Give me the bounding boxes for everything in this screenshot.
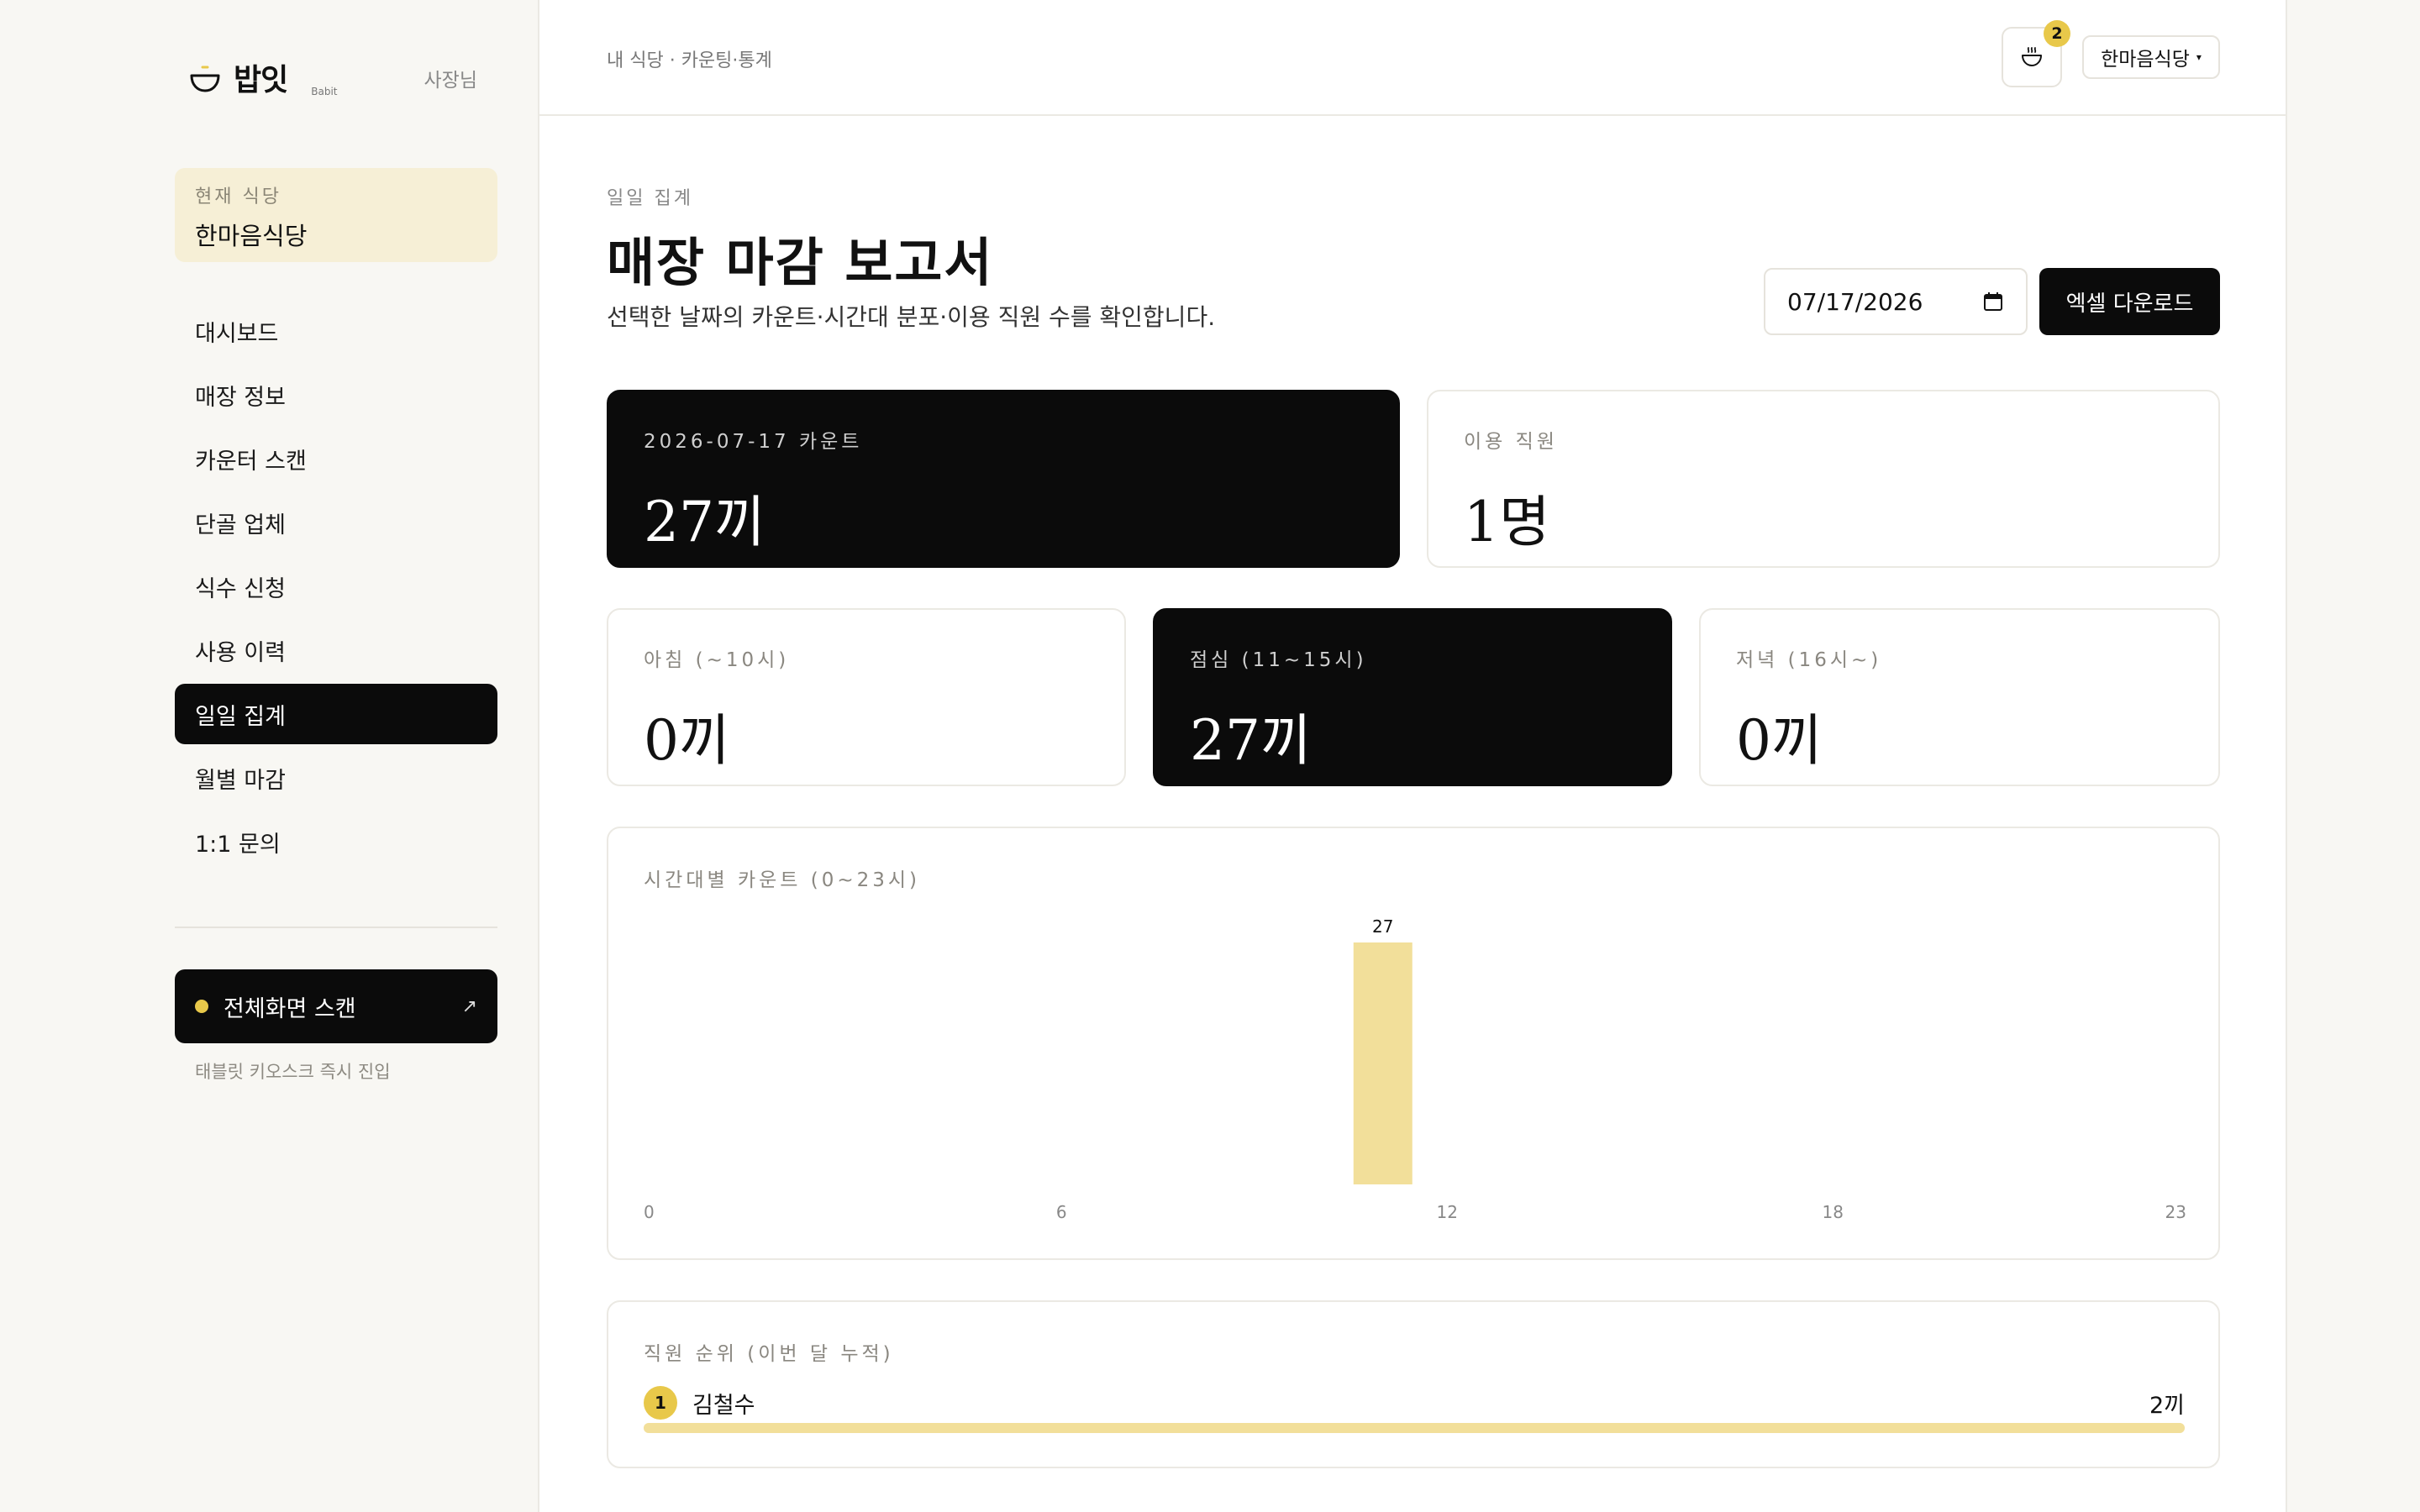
sidebar-item-regular-companies[interactable]: 단골 업체 xyxy=(175,492,497,553)
sidebar-divider xyxy=(175,927,497,928)
chart-data-label: 27 xyxy=(1372,916,1393,937)
breakfast-count-card: 아침 (~10시) 0끼 xyxy=(607,608,1126,786)
chart-x-tick-label: 23 xyxy=(2165,1202,2186,1222)
notification-badge: 2 xyxy=(2044,20,2070,47)
ranking-staff-value: 2끼 xyxy=(2149,1392,2185,1419)
chart-bar-hour-11 xyxy=(1353,942,1413,1184)
current-store-label: 현재 식당 xyxy=(195,186,281,207)
total-count-card: 2026-07-17 카운트 27끼 xyxy=(607,390,1400,568)
staff-ranking-card: 직원 순위 (이번 달 누적) 1 김철수 2끼 xyxy=(607,1300,2220,1468)
rice-bowl-icon xyxy=(190,66,220,92)
ranking-staff-name: 김철수 xyxy=(692,1392,755,1419)
current-store-name: 한마음식당 xyxy=(195,222,308,250)
breakfast-count-value: 0끼 xyxy=(644,708,730,773)
ranking-bar-track xyxy=(644,1423,2185,1433)
dinner-count-value: 0끼 xyxy=(1736,708,1823,773)
fullscreen-scan-label: 전체화면 스캔 xyxy=(224,995,356,1022)
sidebar-item-counter-scan[interactable]: 카운터 스캔 xyxy=(175,428,497,489)
caret-down-icon: ▾ xyxy=(2196,51,2202,63)
chart-x-tick-label: 6 xyxy=(1056,1202,1067,1222)
fullscreen-scan-hint: 태블릿 키오스크 즉시 진입 xyxy=(195,1062,391,1082)
date-value: 07/17/2026 xyxy=(1787,287,1923,316)
dinner-count-label: 저녁 (16시~) xyxy=(1736,649,1882,671)
sidebar-nav: 대시보드 매장 정보 카운터 스캔 단골 업체 식수 신청 사용 이력 일일 집… xyxy=(175,301,497,875)
rank-number-badge: 1 xyxy=(644,1386,677,1420)
lunch-count-label: 점심 (11~15시) xyxy=(1190,649,1367,671)
sidebar-item-inquiry[interactable]: 1:1 문의 xyxy=(175,811,497,872)
sidebar-item-meal-requests[interactable]: 식수 신청 xyxy=(175,556,497,617)
brand-subtitle: Babit xyxy=(311,86,338,97)
breadcrumb: 내 식당 · 카운팅·통계 xyxy=(607,50,772,71)
total-count-label: 2026-07-17 카운트 xyxy=(644,431,863,453)
page-subtitle: 선택한 날짜의 카운트·시간대 분포·이용 직원 수를 확인합니다. xyxy=(607,303,1216,331)
right-gutter xyxy=(2286,0,2420,1512)
breakfast-count-label: 아침 (~10시) xyxy=(644,649,790,671)
store-select[interactable]: 한마음식당 ▾ xyxy=(2082,35,2220,79)
chart-x-tick-label: 0 xyxy=(644,1202,655,1222)
arrow-up-right-icon: ↗ xyxy=(461,995,477,1017)
hourly-count-chart-card: 시간대별 카운트 (0~23시) 27 0 6 12 18 23 xyxy=(607,827,2220,1260)
lunch-count-value: 27끼 xyxy=(1190,708,1312,773)
top-bar: 내 식당 · 카운팅·통계 2 한마음식당 ▾ xyxy=(539,0,2286,116)
staff-count-value: 1명 xyxy=(1464,490,1550,554)
staff-count-label: 이용 직원 xyxy=(1464,431,1558,453)
owner-role-label: 사장님 xyxy=(424,70,477,92)
current-store-card: 현재 식당 한마음식당 xyxy=(175,168,497,262)
notification-button[interactable]: 2 xyxy=(2002,20,2070,87)
sidebar: 밥잇 Babit 사장님 현재 식당 한마음식당 대시보드 매장 정보 카운터 … xyxy=(0,0,539,1512)
sidebar-item-dashboard[interactable]: 대시보드 xyxy=(175,301,497,361)
sidebar-item-store-info[interactable]: 매장 정보 xyxy=(175,365,497,425)
status-dot xyxy=(195,1000,208,1013)
store-select-value: 한마음식당 xyxy=(2101,49,2190,71)
brand-logo[interactable]: 밥잇 Babit xyxy=(188,57,338,99)
bowl-icon xyxy=(2022,47,2042,66)
total-count-value: 27끼 xyxy=(644,490,765,554)
chart-x-tick-label: 18 xyxy=(1823,1202,1844,1222)
ranking-title: 직원 순위 (이번 달 누적) xyxy=(644,1343,894,1365)
hourly-count-chart: 27 0 6 12 18 23 xyxy=(644,916,2186,1222)
fullscreen-scan-button[interactable]: 전체화면 스캔 ↗ xyxy=(175,969,497,1043)
lunch-count-card: 점심 (11~15시) 27끼 xyxy=(1153,608,1672,786)
brand-name: 밥잇 xyxy=(234,63,288,97)
sidebar-item-monthly-closing[interactable]: 월별 마감 xyxy=(175,748,497,808)
calendar-icon[interactable] xyxy=(1982,291,2004,312)
staff-count-card: 이용 직원 1명 xyxy=(1427,390,2220,568)
chart-x-tick-label: 12 xyxy=(1437,1202,1458,1222)
dinner-count-card: 저녁 (16시~) 0끼 xyxy=(1699,608,2220,786)
ranking-bar-fill xyxy=(644,1423,2185,1433)
date-picker-input[interactable]: 07/17/2026 xyxy=(1764,268,2028,335)
ranking-row: 1 김철수 2끼 xyxy=(644,1386,2185,1420)
page-title: 매장 마감 보고서 xyxy=(607,232,994,293)
excel-download-button[interactable]: 엑셀 다운로드 xyxy=(2039,268,2220,335)
main-content: 내 식당 · 카운팅·통계 2 한마음식당 ▾ 일일 집계 매장 마감 보고서 … xyxy=(539,0,2286,1512)
page-eyebrow: 일일 집계 xyxy=(607,188,693,209)
sidebar-item-daily-summary[interactable]: 일일 집계 xyxy=(175,684,497,744)
sidebar-item-usage-history[interactable]: 사용 이력 xyxy=(175,620,497,680)
